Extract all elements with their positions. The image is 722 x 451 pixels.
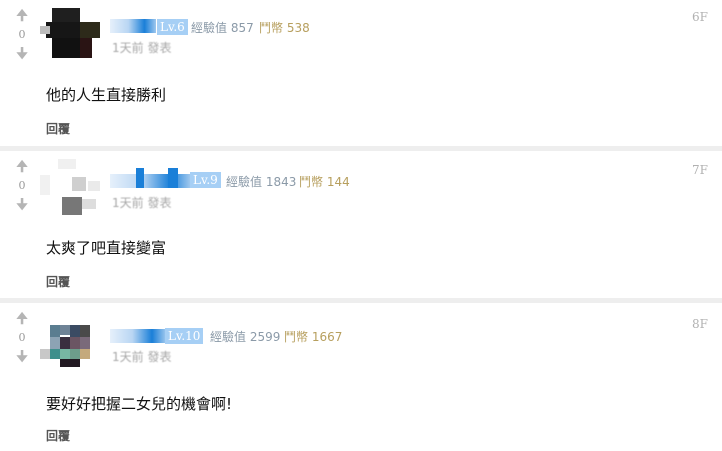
level-badge: Lv.6 xyxy=(157,19,188,35)
username[interactable] xyxy=(110,168,190,188)
up-arrow-icon[interactable]: 🠉 xyxy=(12,159,32,175)
down-arrow-icon[interactable]: 🠋 xyxy=(12,46,32,62)
floor-number: 8F xyxy=(692,317,708,331)
username[interactable] xyxy=(110,19,156,33)
level-badge: Lv.10 xyxy=(165,328,204,344)
post-time: 1天前 發表 xyxy=(112,350,172,364)
exp-value: 經驗值 1843 xyxy=(226,175,297,189)
comment-text: 要好好把握二女兒的機會啊! xyxy=(46,395,233,413)
reply-button[interactable]: 回覆 xyxy=(46,120,70,137)
down-arrow-icon[interactable]: 🠋 xyxy=(12,197,32,213)
vote-box: 🠉 0 🠋 xyxy=(12,8,32,62)
exp-value: 經驗值 857 xyxy=(191,21,254,35)
reply-button[interactable]: 回覆 xyxy=(46,427,70,444)
post-time: 1天前 發表 xyxy=(112,196,172,210)
vote-count: 0 xyxy=(18,28,26,41)
vote-box: 🠉 0 🠋 xyxy=(12,159,32,213)
coin-value: 鬥幣 538 xyxy=(259,21,310,35)
vote-count: 0 xyxy=(18,179,26,192)
down-arrow-icon[interactable]: 🠋 xyxy=(12,349,32,365)
vote-count: 0 xyxy=(18,331,26,344)
post-time: 1天前 發表 xyxy=(112,41,172,55)
comment-6f: 🠉 0 🠋 Lv.6 經驗值 857 鬥幣 538 1天前 發表 6F 他的人生… xyxy=(0,0,722,146)
vote-box: 🠉 0 🠋 xyxy=(12,311,32,365)
comment-7f: 🠉 0 🠋 Lv.9 經驗值 1843 鬥幣 144 1天前 發表 7F 太爽了… xyxy=(0,151,722,297)
coin-value: 鬥幣 1667 xyxy=(284,330,343,344)
comment-thread: 🠉 0 🠋 Lv.6 經驗值 857 鬥幣 538 1天前 發表 6F 他的人生… xyxy=(0,0,722,451)
coin-value: 鬥幣 144 xyxy=(299,175,350,189)
floor-number: 6F xyxy=(692,10,708,24)
exp-value: 經驗值 2599 xyxy=(210,330,281,344)
up-arrow-icon[interactable]: 🠉 xyxy=(12,8,32,24)
floor-number: 7F xyxy=(692,163,708,177)
level-badge: Lv.9 xyxy=(190,172,221,188)
username[interactable] xyxy=(110,329,166,343)
comment-8f: 🠉 0 🠋 Lv.10 經驗值 2599 鬥幣 1667 1天前 發表 8F 要… xyxy=(0,303,722,451)
reply-button[interactable]: 回覆 xyxy=(46,273,70,290)
avatar[interactable] xyxy=(40,311,100,367)
comment-text: 他的人生直接勝利 xyxy=(46,86,167,104)
avatar[interactable] xyxy=(40,159,100,215)
comment-text: 太爽了吧直接變富 xyxy=(46,239,167,257)
up-arrow-icon[interactable]: 🠉 xyxy=(12,311,32,327)
avatar[interactable] xyxy=(40,8,100,63)
